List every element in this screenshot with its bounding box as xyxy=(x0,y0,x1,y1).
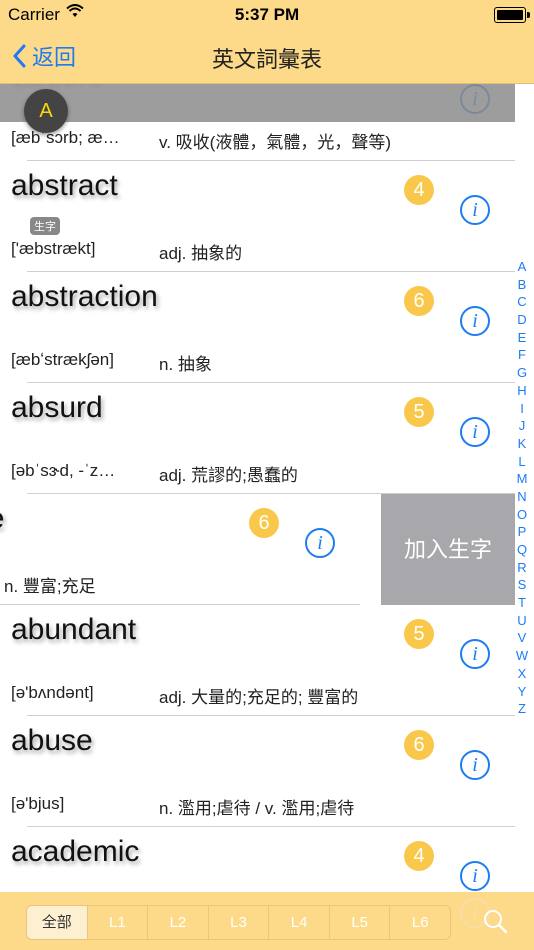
definition-text: v. 吸收(液體，氣體，光，聲等) xyxy=(159,133,392,152)
index-letter-s[interactable]: S xyxy=(515,576,529,594)
index-letter-q[interactable]: Q xyxy=(515,541,529,559)
word-row[interactable]: abstraction [æbʻstrækʃən] n. 抽象 6 i xyxy=(0,272,534,383)
index-letter-e[interactable]: E xyxy=(515,329,529,347)
new-word-tag: 生字 xyxy=(30,217,60,235)
navigation-bar: 返回 英文詞彙表 xyxy=(0,30,534,84)
index-letter-u[interactable]: U xyxy=(515,612,529,630)
bottom-toolbar: 全部 L1 L2 L3 L4 L5 L6 xyxy=(0,892,534,950)
info-icon[interactable]: i xyxy=(460,417,490,447)
word-text: abundant xyxy=(11,613,137,646)
page-title: 英文詞彙表 xyxy=(211,47,322,72)
index-letter-y[interactable]: Y xyxy=(515,683,529,701)
index-letter-z[interactable]: Z xyxy=(515,700,529,718)
phonetic-text: ['æbstrækt] xyxy=(11,239,96,258)
search-icon[interactable] xyxy=(482,908,508,939)
index-letter-k[interactable]: K xyxy=(515,435,529,453)
word-row[interactable]: academic 4 i xyxy=(0,827,534,892)
word-list[interactable]: absorb 生字 [æbˈsɔrb; æ… v. 吸收(液體，氣體，光，聲等)… xyxy=(0,84,534,892)
filter-l6[interactable]: L6 xyxy=(390,906,450,939)
level-filter-segmented-control[interactable]: 全部 L1 L2 L3 L4 L5 L6 xyxy=(26,905,451,940)
index-letter-r[interactable]: R xyxy=(515,559,529,577)
index-letter-v[interactable]: V xyxy=(515,629,529,647)
filter-all[interactable]: 全部 xyxy=(27,906,88,939)
phonetic-text: [ə'bjus] xyxy=(11,794,65,813)
filter-l1[interactable]: L1 xyxy=(88,906,149,939)
word-row[interactable]: abstract 生字 ['æbstrækt] adj. 抽象的 4 i xyxy=(0,161,534,272)
word-row-swiped[interactable]: abundance n. 豐富;充足 6 i 加入生字 xyxy=(0,494,534,605)
word-row[interactable]: abuse [ə'bjus] n. 濫用;虐待 / v. 濫用;虐待 6 i xyxy=(0,716,534,827)
level-badge: 6 xyxy=(404,730,434,760)
word-row[interactable]: abundant [ə'bʌndənt] adj. 大量的;充足的; 豐富的 5… xyxy=(0,605,534,716)
index-letter-b[interactable]: B xyxy=(515,276,529,294)
info-icon[interactable]: i xyxy=(305,528,335,558)
word-text: absurd xyxy=(11,391,103,424)
index-letter-p[interactable]: P xyxy=(515,523,529,541)
index-letter-h[interactable]: H xyxy=(515,382,529,400)
definition-text: n. 豐富;充足 xyxy=(4,577,96,596)
word-text: abuse xyxy=(11,724,93,757)
phonetic-text: [æbʻstrækʃən] xyxy=(11,350,114,369)
info-icon[interactable]: i xyxy=(460,306,490,336)
index-letter-f[interactable]: F xyxy=(515,346,529,364)
index-letter-j[interactable]: J xyxy=(515,417,529,435)
index-letter-n[interactable]: N xyxy=(515,488,529,506)
filter-l5[interactable]: L5 xyxy=(330,906,391,939)
index-letter-c[interactable]: C xyxy=(515,293,529,311)
section-header xyxy=(0,84,515,122)
filter-l3[interactable]: L3 xyxy=(209,906,270,939)
level-badge: 6 xyxy=(249,508,279,538)
word-row[interactable]: absurd [əbˈsɝd, -ˈz… adj. 荒謬的;愚蠢的 5 i xyxy=(0,383,534,494)
index-letter-a[interactable]: A xyxy=(515,258,529,276)
clock: 5:37 PM xyxy=(234,5,300,24)
level-badge: 5 xyxy=(404,397,434,427)
index-letter-l[interactable]: L xyxy=(515,453,529,471)
index-letter-o[interactable]: O xyxy=(515,506,529,524)
definition-text: n. 抽象 xyxy=(159,355,212,374)
word-text: academic xyxy=(11,835,140,868)
filter-l4[interactable]: L4 xyxy=(269,906,330,939)
phonetic-text: [ə'bʌndənt] xyxy=(11,683,94,702)
index-letter-i[interactable]: I xyxy=(515,400,529,418)
level-badge: 4 xyxy=(404,841,434,871)
index-letter-d[interactable]: D xyxy=(515,311,529,329)
section-letter-badge: A xyxy=(24,89,68,133)
index-letter-x[interactable]: X xyxy=(515,665,529,683)
index-letter-m[interactable]: M xyxy=(515,470,529,488)
add-new-word-button[interactable]: 加入生字 xyxy=(381,494,515,605)
definition-text: adj. 荒謬的;愚蠢的 xyxy=(159,466,298,485)
phonetic-text: [æbˈsɔrb; æ… xyxy=(11,128,120,147)
phonetic-text: [əbˈsɝd, -ˈz… xyxy=(11,461,116,480)
definition-text: n. 濫用;虐待 / v. 濫用;虐待 xyxy=(159,799,355,818)
definition-text: adj. 大量的;充足的; 豐富的 xyxy=(159,688,359,707)
info-icon[interactable]: i xyxy=(460,861,490,891)
info-icon[interactable]: i xyxy=(460,750,490,780)
info-icon[interactable]: i xyxy=(460,195,490,225)
info-icon[interactable]: i xyxy=(460,639,490,669)
definition-text: adj. 抽象的 xyxy=(159,244,243,263)
level-badge: 6 xyxy=(404,286,434,316)
index-letter-w[interactable]: W xyxy=(515,647,529,665)
status-bar: Carrier 5:37 PM xyxy=(0,0,534,30)
filter-l2[interactable]: L2 xyxy=(148,906,209,939)
word-text: abstraction xyxy=(11,280,158,313)
alphabet-index[interactable]: ABCDEFGHIJKLMNOPQRSTUVWXYZ xyxy=(515,258,529,718)
word-text: abundance xyxy=(0,502,4,536)
level-badge: 5 xyxy=(404,619,434,649)
word-text: abstract xyxy=(11,169,118,202)
index-letter-g[interactable]: G xyxy=(515,364,529,382)
index-letter-t[interactable]: T xyxy=(515,594,529,612)
level-badge: 4 xyxy=(404,175,434,205)
battery-icon xyxy=(494,7,530,23)
